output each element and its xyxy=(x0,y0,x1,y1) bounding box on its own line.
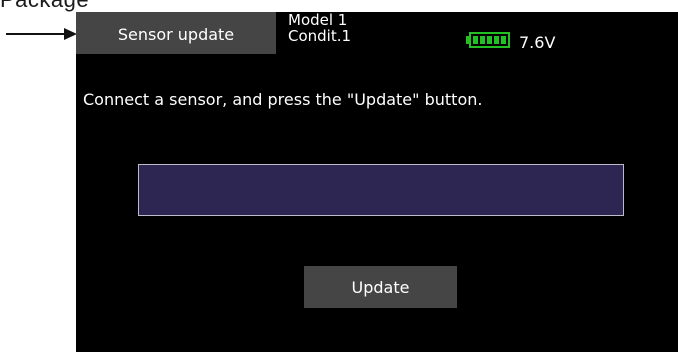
battery-voltage: 7.6V xyxy=(519,33,556,52)
update-button[interactable]: Update xyxy=(304,266,457,308)
battery-icon xyxy=(466,32,512,48)
model-name: Model 1 xyxy=(288,12,348,29)
page-title: Sensor update xyxy=(117,24,235,44)
update-progress-field xyxy=(138,164,624,216)
condition-name: Condit.1 xyxy=(288,27,352,45)
model-info: Model 1 Condit.1 xyxy=(288,12,351,44)
screen-title-tab[interactable]: Sensor update xyxy=(76,12,276,54)
transmitter-screen: Sensor update Model 1 Condit.1 7.6V Conn… xyxy=(76,12,678,352)
instruction-text: Connect a sensor, and press the "Update"… xyxy=(83,90,483,109)
arrow-right-icon xyxy=(6,28,77,40)
